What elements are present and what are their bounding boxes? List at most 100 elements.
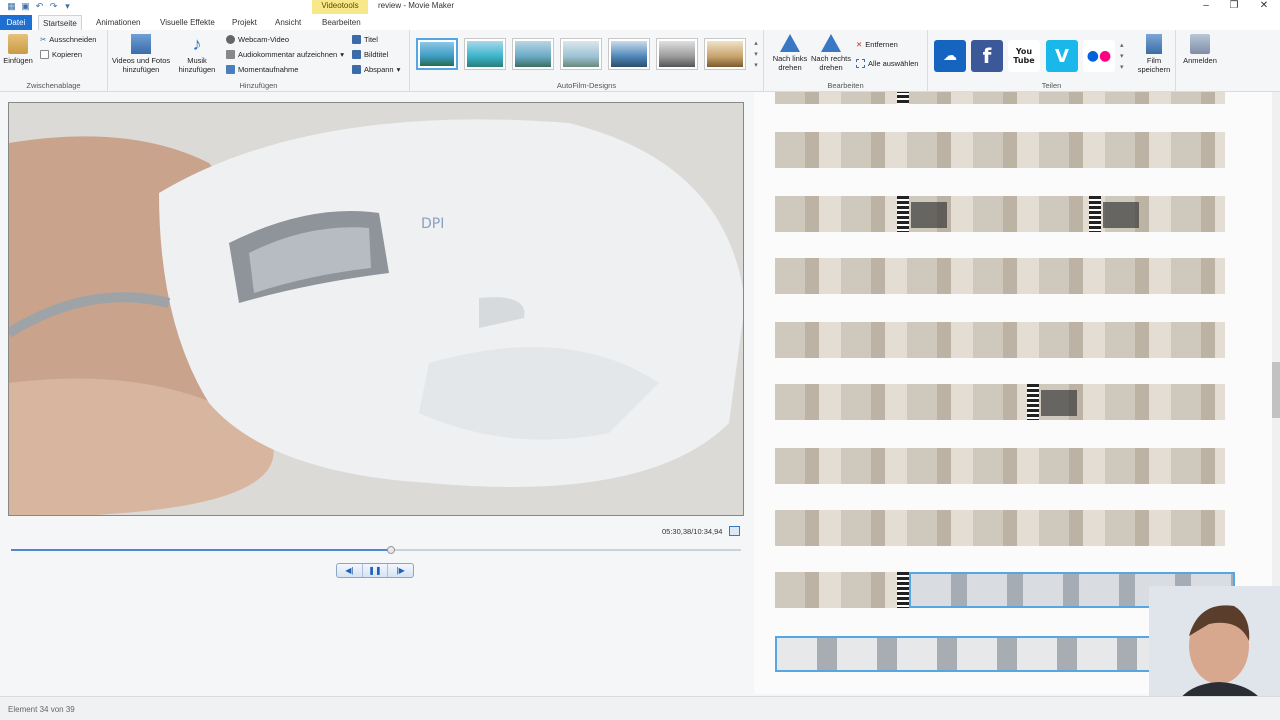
undo-icon[interactable]: ↶ xyxy=(34,1,45,12)
rotate-left-label: Nach links drehen xyxy=(772,54,808,72)
ribbon-tabs: Datei Startseite Animationen Visuelle Ef… xyxy=(0,14,1280,30)
save-icon[interactable]: ▣ xyxy=(20,1,31,12)
storyboard-clip-row[interactable] xyxy=(775,132,1225,168)
webcam-icon xyxy=(226,35,235,44)
rotate-left-icon xyxy=(780,34,800,52)
paste-button[interactable]: Einfügen xyxy=(2,34,34,65)
scrollbar-thumb[interactable] xyxy=(1272,362,1280,418)
narration-button[interactable]: Audiokommentar aufzeichnen ▾ xyxy=(226,50,344,59)
tab-animationen[interactable]: Animationen xyxy=(92,15,144,30)
storyboard-clip-row[interactable] xyxy=(775,384,1225,420)
facebook-icon[interactable]: f xyxy=(971,40,1003,72)
seek-thumb[interactable] xyxy=(386,546,395,554)
group-autofilm: ▴ ▾ ▾ AutoFilm-Designs xyxy=(410,30,764,92)
title-bar: ▦ ▣ ↶ ↷ ▾ Videotools review - Movie Make… xyxy=(0,0,1280,14)
signin-button[interactable]: Anmelden xyxy=(1180,34,1220,65)
tab-projekt[interactable]: Projekt xyxy=(228,15,261,30)
status-bar: Element 34 von 39 xyxy=(0,696,1280,720)
theme-thumbnail[interactable] xyxy=(608,38,650,70)
storyboard-clip-row[interactable] xyxy=(775,92,1225,104)
paste-label: Einfügen xyxy=(3,56,33,65)
previous-frame-button[interactable]: ◀| xyxy=(337,564,363,577)
youtube-label: You Tube xyxy=(1013,47,1035,65)
redo-icon[interactable]: ↷ xyxy=(48,1,59,12)
theme-thumbnail[interactable] xyxy=(464,38,506,70)
theme-thumbnail[interactable] xyxy=(416,38,458,70)
rotate-left-button[interactable]: Nach links drehen xyxy=(770,34,810,72)
seek-bar[interactable] xyxy=(11,546,741,554)
context-tab-videotools: Videotools xyxy=(312,0,368,14)
credits-button[interactable]: Abspann ▾ xyxy=(352,65,400,74)
user-icon xyxy=(1190,34,1210,54)
share-gallery-scroll[interactable]: ▴ ▾ ▾ xyxy=(1120,40,1124,73)
rotate-right-button[interactable]: Nach rechts drehen xyxy=(810,34,852,72)
app-menu-icon[interactable]: ▦ xyxy=(6,1,17,12)
storyboard-clip-row[interactable] xyxy=(775,448,1225,484)
add-videos-photos-button[interactable]: Videos und Fotos hinzufügen xyxy=(108,34,174,74)
storyboard-clip-row[interactable] xyxy=(775,510,1225,546)
preview-frame: DPI xyxy=(9,103,743,515)
caption-button[interactable]: Bildtitel xyxy=(352,50,388,59)
scissors-icon: ✂ xyxy=(40,35,47,44)
remove-button[interactable]: ✕ Entfernen xyxy=(856,40,898,49)
close-button[interactable]: ✕ xyxy=(1250,0,1278,14)
restore-button[interactable]: ❐ xyxy=(1220,0,1248,14)
theme-thumbnail[interactable] xyxy=(560,38,602,70)
storyboard-clip-row[interactable] xyxy=(775,322,1225,358)
group-share: ☁ f You Tube V ● ● ▴ ▾ ▾ Film speichern Tei… xyxy=(928,30,1176,92)
save-movie-button[interactable]: Film speichern xyxy=(1132,34,1176,74)
youtube-icon[interactable]: You Tube xyxy=(1008,40,1040,72)
minimize-button[interactable]: – xyxy=(1192,0,1220,14)
customize-icon[interactable]: ▾ xyxy=(62,1,73,12)
copy-button[interactable]: Kopieren xyxy=(40,50,82,59)
group-label-autofilm: AutoFilm-Designs xyxy=(556,81,617,90)
tab-startseite[interactable]: Startseite xyxy=(38,15,82,30)
storyboard-clip-row[interactable] xyxy=(775,196,1225,232)
tab-datei[interactable]: Datei xyxy=(0,15,32,30)
fullscreen-icon[interactable] xyxy=(729,526,740,536)
group-add: Videos und Fotos hinzufügen ♪ Musik hinz… xyxy=(108,30,410,92)
credits-label: Abspann xyxy=(364,65,394,74)
microphone-icon xyxy=(226,50,235,59)
quick-access-toolbar: ▦ ▣ ↶ ↷ ▾ xyxy=(6,1,73,12)
group-label-clipboard: Zwischenablage xyxy=(26,81,81,90)
select-all-label: Alle auswählen xyxy=(868,59,919,68)
group-signin: Anmelden xyxy=(1176,30,1224,92)
group-clipboard: Einfügen ✂ Ausschneiden Kopieren Zwische… xyxy=(0,30,108,92)
dpi-text: DPI xyxy=(421,216,444,232)
vimeo-icon[interactable]: V xyxy=(1046,40,1078,72)
add-music-button[interactable]: ♪ Musik hinzufügen xyxy=(174,34,220,74)
save-movie-icon xyxy=(1146,34,1162,54)
tab-bearbeiten[interactable]: Bearbeiten xyxy=(318,15,365,30)
narration-label: Audiokommentar aufzeichnen xyxy=(238,50,338,59)
pause-button[interactable]: ❚❚ xyxy=(363,564,389,577)
snapshot-label: Momentaufnahme xyxy=(238,65,299,74)
copy-icon xyxy=(40,50,49,59)
cut-label: Ausschneiden xyxy=(49,35,97,44)
tab-ansicht[interactable]: Ansicht xyxy=(271,15,305,30)
theme-thumbnail[interactable] xyxy=(512,38,554,70)
window-title: review - Movie Maker xyxy=(378,1,455,10)
title-icon xyxy=(352,35,361,44)
onedrive-icon[interactable]: ☁ xyxy=(934,40,966,72)
storyboard-clip-row[interactable] xyxy=(775,258,1225,294)
gallery-scroll[interactable]: ▴ ▾ ▾ xyxy=(752,38,760,72)
tab-visuelle-effekte[interactable]: Visuelle Effekte xyxy=(156,15,219,30)
chevron-down-icon: ▾ xyxy=(340,50,344,59)
seek-bar-progress xyxy=(11,549,391,551)
snapshot-button[interactable]: Momentaufnahme xyxy=(226,65,298,74)
save-movie-label: Film speichern xyxy=(1137,56,1171,74)
theme-thumbnail[interactable] xyxy=(656,38,698,70)
snapshot-icon xyxy=(226,65,235,74)
playback-time: 05:30,38/10:34,94 xyxy=(662,527,723,536)
flickr-icon[interactable]: ● ● xyxy=(1083,40,1115,72)
select-all-button[interactable]: Alle auswählen xyxy=(856,59,918,68)
title-button[interactable]: Titel xyxy=(352,35,378,44)
signin-label: Anmelden xyxy=(1183,56,1217,65)
theme-thumbnail[interactable] xyxy=(704,38,746,70)
credits-icon xyxy=(352,65,361,74)
video-preview[interactable]: DPI xyxy=(8,102,744,516)
webcam-video-button[interactable]: Webcam-Video xyxy=(226,35,289,44)
next-frame-button[interactable]: |▶ xyxy=(388,564,413,577)
cut-button[interactable]: ✂ Ausschneiden xyxy=(40,35,96,44)
